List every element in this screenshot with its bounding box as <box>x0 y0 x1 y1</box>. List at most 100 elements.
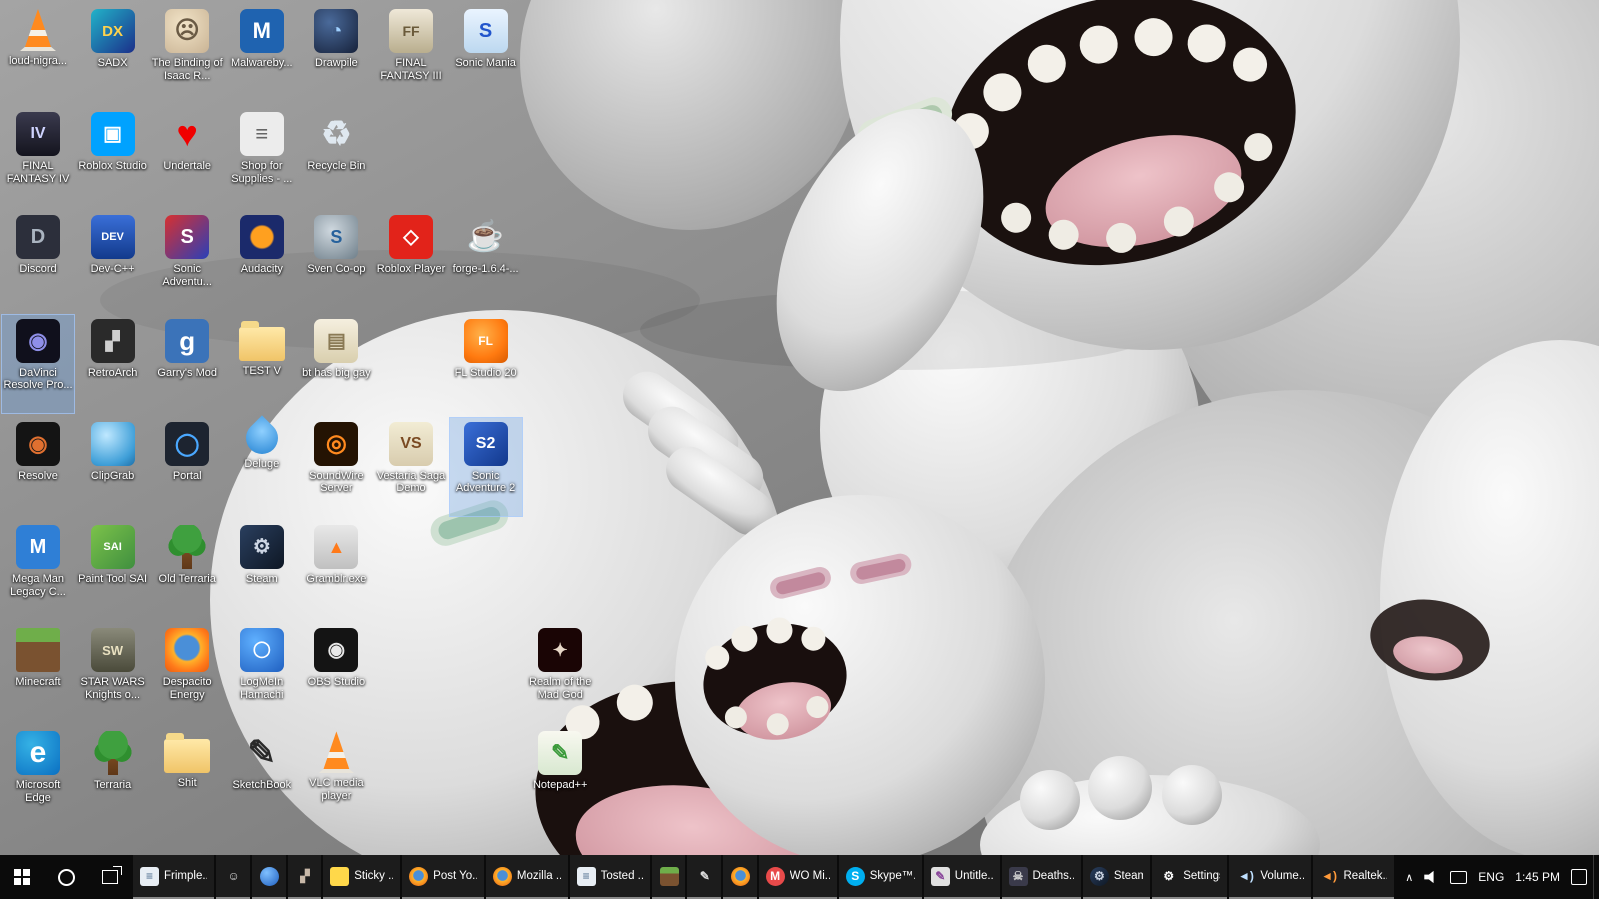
desktop-icon-undertale[interactable]: ♥ Undertale <box>150 107 224 207</box>
desktop-icon-despacito-energy[interactable]: Despacito Energy <box>150 623 224 723</box>
desktop-icon-minecraft[interactable]: Minecraft <box>1 623 75 723</box>
taskbar-app-icon: ◄) <box>1320 867 1339 886</box>
language-indicator[interactable]: ENG <box>1478 870 1504 884</box>
desktop-icon-binding-of-isaac[interactable]: ☹ The Binding of Isaac R... <box>150 4 224 104</box>
desktop-icon-roblox-studio[interactable]: ▣ Roblox Studio <box>76 107 150 207</box>
desktop-icon-shit-folder[interactable]: Shit <box>150 726 224 826</box>
desktop-icon-shop-for-supplies[interactable]: ≡ Shop for Supplies - ... <box>225 107 299 207</box>
taskbar-app-minecraft-task[interactable] <box>652 855 686 899</box>
desktop-icon-vestaria-saga-demo[interactable]: VS Vestaria Saga Demo <box>374 417 448 517</box>
desktop-icon-sadx[interactable]: DX SADX <box>76 4 150 104</box>
desktop-icon-forge-164[interactable]: ☕ forge-1.6.4-... <box>449 210 523 310</box>
desktop-icon-paint-tool-sai[interactable]: SAI Paint Tool SAI <box>76 520 150 620</box>
desktop-icon-logmein-hamachi[interactable]: ◯ LogMeIn Hamachi <box>225 623 299 723</box>
desktop-icon-fl-studio-20[interactable]: FL FL Studio 20 <box>449 314 523 414</box>
desktop-icon-roblox-player[interactable]: ◇ Roblox Player <box>374 210 448 310</box>
volume-tray-icon[interactable] <box>1424 870 1439 884</box>
desktop-icon-mega-man-legacy[interactable]: M Mega Man Legacy C... <box>1 520 75 620</box>
desktop-icon-vlc-media-player[interactable]: VLC media player <box>299 726 373 826</box>
taskbar-app-volume-mixer[interactable]: ◄) Volume... <box>1229 855 1310 899</box>
desktop-icon-dev-cpp[interactable]: DEV Dev-C++ <box>76 210 150 310</box>
desktop-icon-resolve[interactable]: ◉ Resolve <box>1 417 75 517</box>
taskbar-app-pinned-sprite[interactable]: ☺ <box>216 855 250 899</box>
start-button[interactable] <box>0 855 44 899</box>
app-icon <box>164 739 210 773</box>
taskbar-app-firefox-mozilla[interactable]: Mozilla ... <box>486 855 568 899</box>
app-icon: DEV <box>91 215 135 259</box>
desktop-icon-garrys-mod[interactable]: g Garry's Mod <box>150 314 224 414</box>
hidden-icons-chevron[interactable]: ∧ <box>1405 871 1413 884</box>
desktop-icon-audacity[interactable]: Audacity <box>225 210 299 310</box>
taskbar-app-blue-orb-app[interactable] <box>252 855 286 899</box>
desktop-icon-realm-of-the-mad-god[interactable]: ✦ Realm of the Mad God <box>523 623 597 723</box>
desktop-icon-steam-desktop[interactable]: ⚙ Steam <box>225 520 299 620</box>
desktop-icon-davinci-resolve-pro[interactable]: ◉ DaVinci Resolve Pro... <box>1 314 75 414</box>
taskbar-app-sticky-notes[interactable]: Sticky ... <box>323 855 400 899</box>
icon-label: Undertale <box>163 160 211 173</box>
app-icon <box>16 628 60 672</box>
taskbar-app-untitled-paint[interactable]: ✎ Untitle... <box>924 855 1000 899</box>
taskbar-app-frimple[interactable]: ≡ Frimple... <box>133 855 214 899</box>
icon-label: Roblox Player <box>377 263 445 276</box>
taskbar-app-label: Untitle... <box>955 870 993 882</box>
desktop-icon-obs-studio[interactable]: ◉ OBS Studio <box>299 623 373 723</box>
taskbar-app-realtek[interactable]: ◄) Realtek... <box>1313 855 1395 899</box>
taskbar-app-label: Deaths... <box>1033 870 1074 882</box>
action-center-button[interactable] <box>1571 869 1587 885</box>
taskbar-app-wo-mic[interactable]: M WO Mi... <box>759 855 837 899</box>
desktop-icon-old-terraria[interactable]: Old Terraria <box>150 520 224 620</box>
desktop-icon-sonic-mania[interactable]: S Sonic Mania <box>449 4 523 104</box>
desktop-icon-sketchbook[interactable]: ✎ SketchBook <box>225 726 299 826</box>
desktop-icon-recycle-bin[interactable]: ♻ Recycle Bin <box>299 107 373 207</box>
desktop-icon-clipgrab[interactable]: ClipGrab <box>76 417 150 517</box>
desktop-icon-microsoft-edge[interactable]: e Microsoft Edge <box>1 726 75 826</box>
desktop-icon-test-v-folder[interactable]: TEST V <box>225 314 299 414</box>
taskbar-app-firefox-post[interactable]: Post Yo... <box>402 855 484 899</box>
desktop-icon-malwarebytes[interactable]: M Malwareby... <box>225 4 299 104</box>
app-icon: ◯ <box>240 628 284 672</box>
desktop-icon-retroarch[interactable]: ▞ RetroArch <box>76 314 150 414</box>
desktop-icon-star-wars-kotor[interactable]: SW STAR WARS Knights o... <box>76 623 150 723</box>
desktop-icon-notepad-plus-plus[interactable]: ✎ Notepad++ <box>523 726 597 826</box>
desktop-icon-vlc-loud-nigra[interactable]: loud-nigra... <box>1 4 75 104</box>
desktop-icon-deluge[interactable]: Deluge <box>225 417 299 517</box>
show-desktop-button[interactable] <box>1593 855 1599 899</box>
icon-label: FINAL FANTASY IV <box>2 160 74 185</box>
taskbar-app-pixel-dog-app[interactable]: ▞ <box>288 855 322 899</box>
windows-logo-icon <box>14 869 30 885</box>
icon-label: The Binding of Isaac R... <box>151 57 223 82</box>
app-icon <box>318 731 354 773</box>
desktop-icon-sonic-adventure-2[interactable]: S2 Sonic Adventure 2 <box>449 417 523 517</box>
desktop-icon-discord[interactable]: D Discord <box>1 210 75 310</box>
taskbar-app-deaths[interactable]: ☠ Deaths... <box>1002 855 1081 899</box>
taskbar-app-pencil-app[interactable]: ✎ <box>687 855 721 899</box>
desktop-icon-sonic-adventure-dx[interactable]: S Sonic Adventu... <box>150 210 224 310</box>
network-tray-icon[interactable] <box>1450 871 1467 884</box>
desktop-icon-drawpile[interactable]: ◔ Drawpile <box>299 4 373 104</box>
desktop-icon-bt-has-big-gay[interactable]: ▤ bt has big gay <box>299 314 373 414</box>
taskbar-app-label: Volume... <box>1260 870 1303 882</box>
app-icon: S <box>314 215 358 259</box>
taskbar-app-firefox-3[interactable] <box>723 855 757 899</box>
search-button[interactable] <box>44 855 88 899</box>
desktop-icon-soundwire-server[interactable]: ◎ SoundWire Server <box>299 417 373 517</box>
desktop-icon-final-fantasy-iv[interactable]: IV FINAL FANTASY IV <box>1 107 75 207</box>
desktop-icon-grid: loud-nigra... IV FINAL FANTASY IV D Disc… <box>0 0 1599 855</box>
desktop-icon-sven-coop[interactable]: S Sven Co-op <box>299 210 373 310</box>
task-view-button[interactable] <box>88 855 132 899</box>
system-tray: ∧ ENG 1:45 PM <box>1395 855 1593 899</box>
desktop-icon-portal[interactable]: ◯ Portal <box>150 417 224 517</box>
taskbar-app-tosted[interactable]: ≡ Tosted ... <box>570 855 650 899</box>
taskbar-app-settings[interactable]: ⚙ Settings <box>1152 855 1227 899</box>
icon-label: DaVinci Resolve Pro... <box>2 367 74 392</box>
clock[interactable]: 1:45 PM <box>1515 870 1560 884</box>
desktop-icon-gramblr[interactable]: ▲ Gramblr.exe <box>299 520 373 620</box>
icon-label: Garry's Mod <box>157 367 217 380</box>
taskbar-app-skype[interactable]: S Skype™... <box>839 855 922 899</box>
icon-label: Discord <box>19 263 56 276</box>
taskbar-app-steam-task[interactable]: ⚙ Steam <box>1083 855 1150 899</box>
app-icon: S2 <box>464 422 508 466</box>
icon-label: STAR WARS Knights o... <box>77 676 149 701</box>
desktop-icon-terraria[interactable]: Terraria <box>76 726 150 826</box>
desktop-icon-final-fantasy-iii[interactable]: FF FINAL FANTASY III <box>374 4 448 104</box>
